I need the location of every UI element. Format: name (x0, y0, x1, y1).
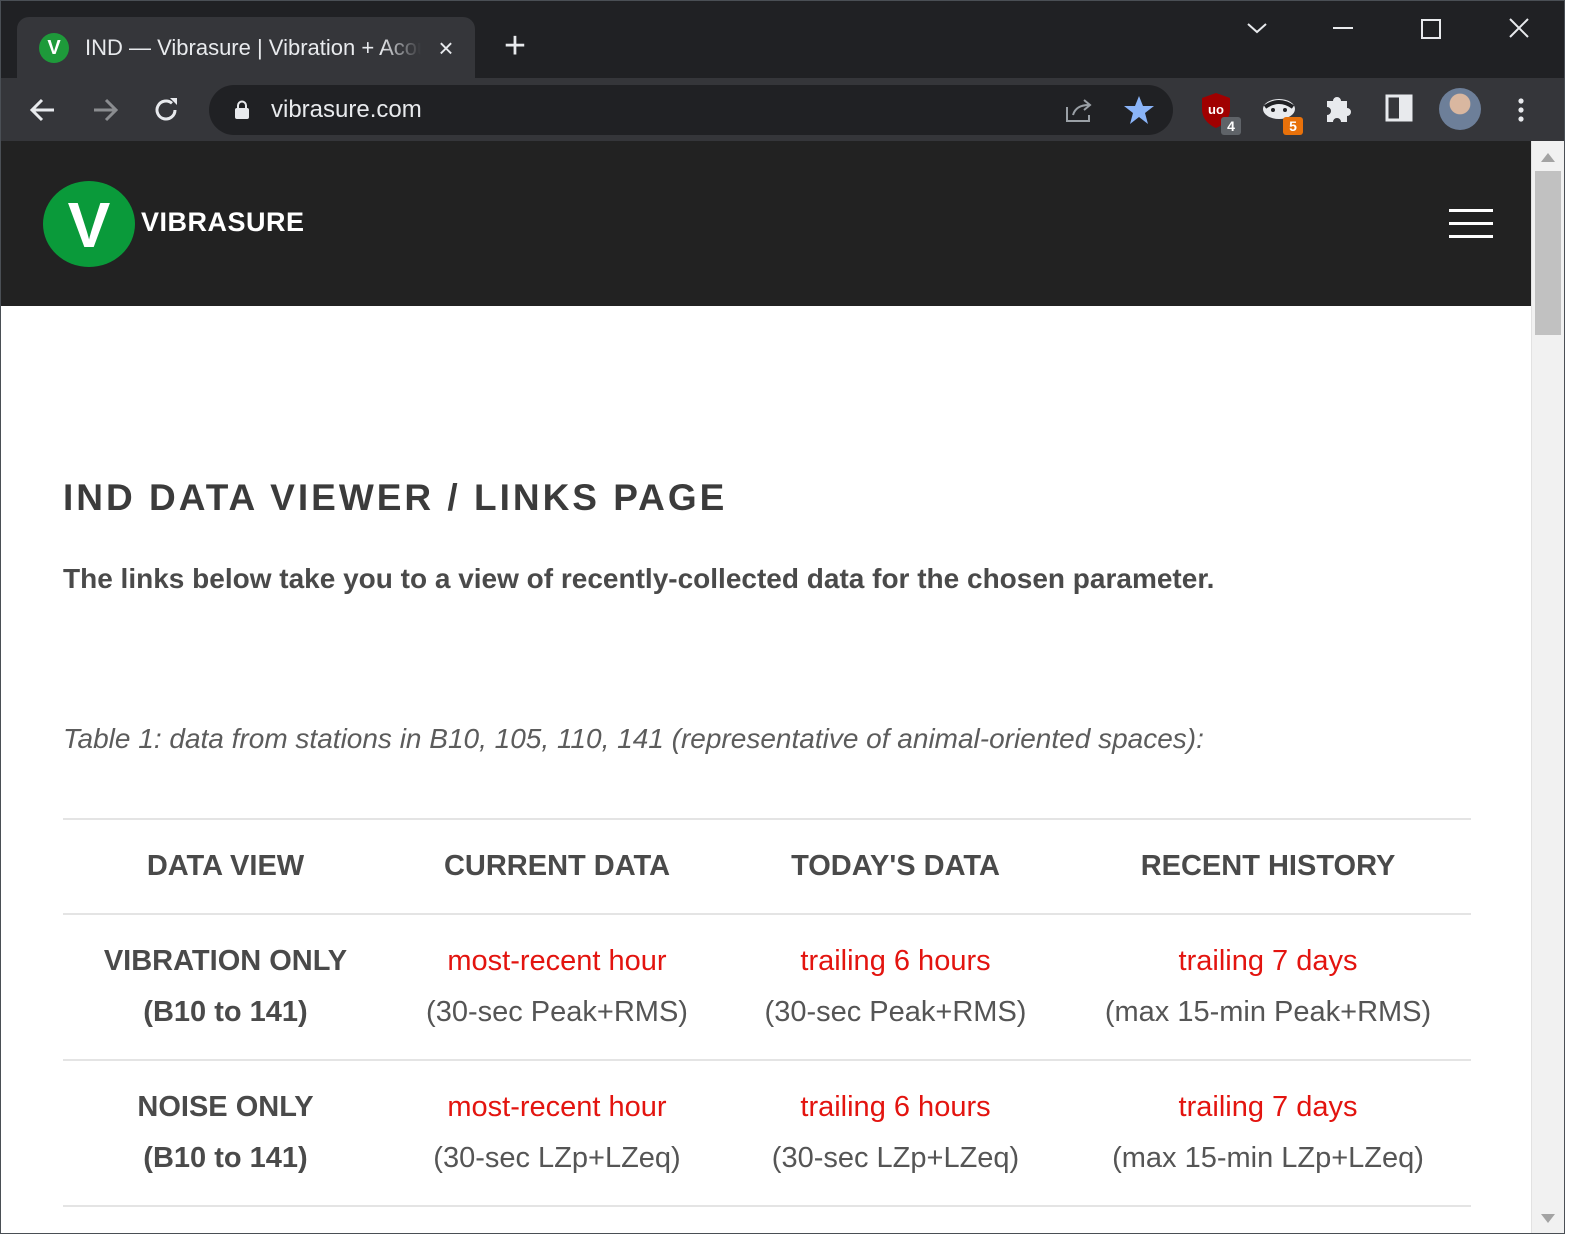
browser-window: V IND — Vibrasure | Vibration + Acoustic… (0, 0, 1565, 1234)
table-header-row: DATA VIEW CURRENT DATA TODAY'S DATA RECE… (63, 818, 1471, 915)
close-window-icon[interactable] (1489, 11, 1549, 47)
link-note: (max 15-min Peak+RMS) (1104, 996, 1432, 1028)
reload-icon[interactable] (146, 90, 186, 130)
link-note: (30-sec Peak+RMS) (764, 996, 1027, 1028)
table-row: NOISE ONLY (B10 to 141) most-recent hour… (63, 1060, 1471, 1207)
row-range-label: (B10 to 141) (143, 1142, 308, 1174)
link-note: (30-sec LZp+LZeq) (433, 1142, 681, 1174)
bookmark-star-icon[interactable] (1123, 95, 1155, 130)
favicon-icon: V (39, 33, 69, 63)
address-bar[interactable]: vibrasure.com (209, 85, 1173, 135)
row-view-label: NOISE ONLY (137, 1091, 314, 1123)
data-link[interactable]: most-recent hour (388, 936, 726, 987)
column-header: DATA VIEW (63, 818, 388, 915)
row-view-label: VIBRATION ONLY (103, 945, 348, 977)
logo-text[interactable]: VIBRASURE (141, 207, 305, 238)
link-note: (30-sec LZp+LZeq) (771, 1142, 1020, 1174)
row-header-cell: NOISE ONLY (B10 to 141) (63, 1060, 388, 1207)
hamburger-menu-icon[interactable] (1449, 209, 1493, 239)
column-header: CURRENT DATA (388, 818, 726, 915)
data-link[interactable]: trailing 6 hours (726, 936, 1065, 987)
url-text[interactable]: vibrasure.com (271, 85, 422, 135)
svg-text:uo: uo (1208, 102, 1224, 117)
scroll-down-arrow-icon[interactable] (1541, 1214, 1555, 1223)
table-cell: most-recent hour (30-sec LZp+LZeq) (388, 1060, 726, 1207)
menu-kebab-icon[interactable] (1501, 90, 1541, 130)
profile-avatar[interactable] (1439, 88, 1481, 130)
table-cell: trailing 6 hours (30-sec LZp+LZeq) (726, 1060, 1065, 1207)
row-header-cell: VIBRATION ONLY (B10 to 141) (63, 914, 388, 1061)
minimize-icon[interactable] (1313, 11, 1373, 47)
tab-title: IND — Vibrasure | Vibration + Acoustics (85, 35, 421, 60)
data-link[interactable]: trailing 7 days (1065, 936, 1471, 987)
back-icon[interactable] (23, 90, 63, 130)
page-title: IND DATA VIEWER / LINKS PAGE (63, 477, 728, 518)
data-link[interactable]: trailing 7 days (1065, 1082, 1471, 1133)
side-panel-icon[interactable] (1383, 91, 1423, 131)
badger-badge: 5 (1283, 117, 1303, 135)
data-link[interactable]: trailing 6 hours (726, 1082, 1065, 1133)
site-header: V VIBRASURE (1, 141, 1531, 306)
link-note: (max 15-min LZp+LZeq) (1112, 1142, 1424, 1174)
maximize-icon[interactable] (1401, 11, 1461, 47)
tab-strip: V IND — Vibrasure | Vibration + Acoustic… (1, 1, 1564, 78)
table-cell: most-recent hour (30-sec Peak+RMS) (388, 914, 726, 1061)
intro-text: The links below take you to a view of re… (63, 563, 1215, 594)
table-caption: Table 1: data from stations in B10, 105,… (63, 723, 1204, 754)
badger-icon[interactable]: 5 (1261, 91, 1303, 135)
page-viewport: V VIBRASURE IND DATA VIEWER / LINKS PAGE… (1, 141, 1531, 1233)
table-cell: trailing 6 hours (30-sec Peak+RMS) (726, 914, 1065, 1061)
data-links-table: DATA VIEW CURRENT DATA TODAY'S DATA RECE… (63, 818, 1471, 1207)
logo-icon[interactable]: V (43, 181, 135, 267)
lock-icon (233, 100, 251, 125)
forward-icon[interactable] (85, 90, 125, 130)
ublock-icon[interactable]: uo 4 (1199, 91, 1241, 135)
table-cell: trailing 7 days (max 15-min Peak+RMS) (1065, 914, 1471, 1061)
table-row: VIBRATION ONLY (B10 to 141) most-recent … (63, 914, 1471, 1061)
scroll-up-arrow-icon[interactable] (1541, 153, 1555, 162)
ublock-badge: 4 (1221, 117, 1241, 135)
close-tab-icon[interactable]: × (431, 33, 461, 63)
data-link[interactable]: most-recent hour (388, 1082, 726, 1133)
tab-active[interactable]: V IND — Vibrasure | Vibration + Acoustic… (17, 17, 475, 78)
link-note: (30-sec Peak+RMS) (426, 996, 688, 1028)
extensions-puzzle-icon[interactable] (1321, 91, 1361, 131)
table-cell: trailing 7 days (max 15-min LZp+LZeq) (1065, 1060, 1471, 1207)
new-tab-button[interactable]: + (497, 27, 533, 65)
vertical-scrollbar[interactable] (1531, 141, 1564, 1233)
column-header: TODAY'S DATA (726, 818, 1065, 915)
scrollbar-thumb[interactable] (1535, 171, 1561, 335)
share-icon[interactable] (1063, 97, 1095, 130)
column-header: RECENT HISTORY (1065, 818, 1471, 915)
row-range-label: (B10 to 141) (143, 996, 308, 1028)
tab-search-icon[interactable] (1227, 11, 1287, 47)
browser-toolbar: vibrasure.com uo 4 5 (1, 78, 1564, 141)
